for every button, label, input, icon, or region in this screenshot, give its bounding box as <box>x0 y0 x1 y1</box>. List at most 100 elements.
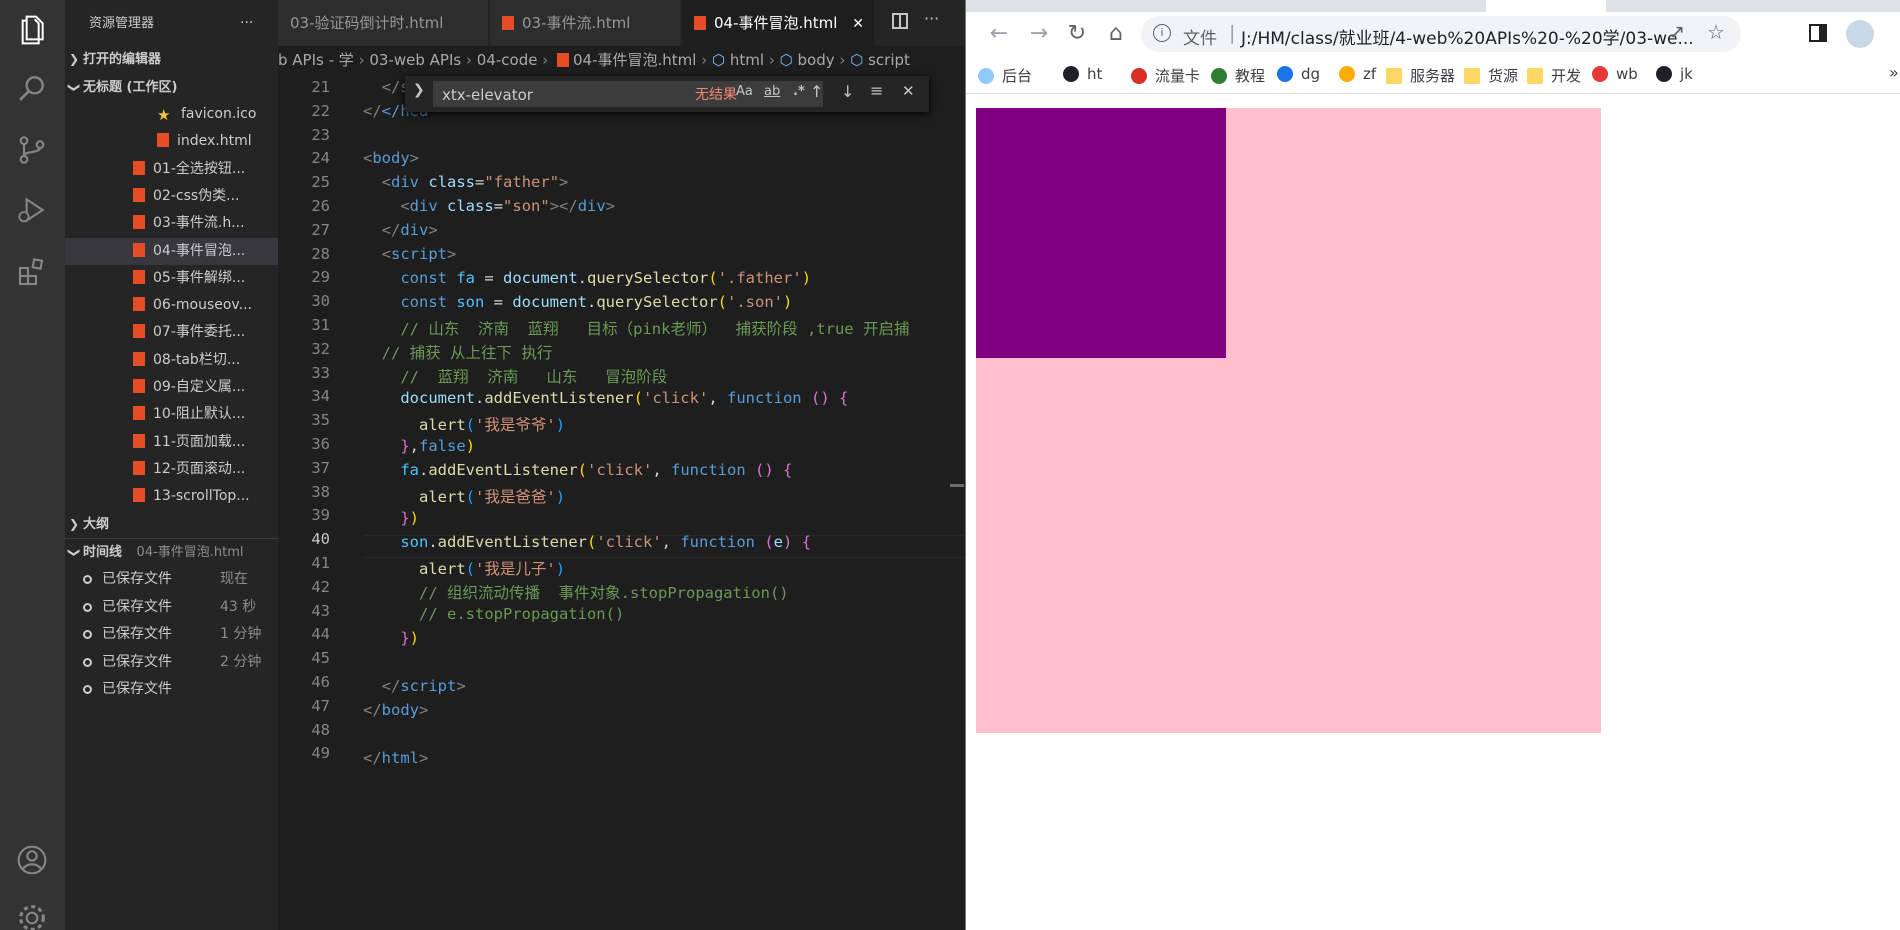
breadcrumb-item[interactable]: body <box>798 51 835 69</box>
circle-icon <box>83 602 92 612</box>
source-control-icon[interactable] <box>14 132 50 168</box>
info-icon[interactable]: i <box>1153 24 1171 42</box>
bookmark-label: wb <box>1616 65 1638 83</box>
code-line-37: fa.addEventListener('click', function ()… <box>400 461 793 479</box>
side-panel-icon[interactable] <box>1809 24 1827 42</box>
bookmark-item[interactable]: 开发 <box>1527 65 1581 86</box>
editor-more-icon[interactable]: ··· <box>924 9 939 28</box>
bookmark-item[interactable]: zf <box>1339 65 1376 83</box>
breadcrumb-item[interactable]: 04-code <box>477 51 538 69</box>
code-line-21: </s <box>381 78 410 96</box>
file-name: 08-tab栏切... <box>153 351 241 368</box>
more-bookmarks-icon[interactable]: » <box>1889 63 1899 82</box>
avatar[interactable] <box>1846 20 1874 48</box>
timeline-label: 已保存文件 <box>102 626 172 642</box>
find-in-selection-icon[interactable]: ≡ <box>870 81 883 100</box>
code-line-49: </html> <box>363 749 429 767</box>
timeline-label: 已保存文件 <box>102 598 172 615</box>
forward-arrow-icon[interactable]: → <box>1026 22 1052 48</box>
line-number: 29 <box>311 268 330 287</box>
use-regex-icon[interactable]: .* <box>793 84 805 99</box>
folder-icon <box>1386 68 1402 84</box>
symbol-icon: ⬡ <box>712 51 726 69</box>
line-number: 47 <box>311 696 330 715</box>
split-editor-icon[interactable] <box>892 13 908 29</box>
code-line-39: }) <box>400 509 420 527</box>
open-editors-section[interactable]: ❯ 打开的编辑器 <box>65 46 278 73</box>
bookmark-item[interactable]: 后台 <box>978 65 1032 86</box>
explorer-icon[interactable] <box>14 12 50 48</box>
bookmark-star-icon[interactable]: ☆ <box>1707 20 1725 44</box>
next-match-icon[interactable]: ↓ <box>841 82 854 101</box>
tab-yanzhengma[interactable]: 03-验证码倒计时.html <box>278 0 488 46</box>
line-number: 49 <box>311 744 330 763</box>
line-number: 21 <box>311 78 330 96</box>
bookmark-label: ht <box>1087 65 1103 83</box>
toggle-replace-icon[interactable]: ❯ <box>413 82 425 98</box>
file-name: 09-自定义属... <box>153 379 246 395</box>
timeline-item[interactable]: 已保存文件 现在 <box>65 566 278 593</box>
close-find-icon[interactable]: ✕ <box>902 82 915 100</box>
match-whole-word-icon[interactable]: ab <box>764 84 780 99</box>
son-box[interactable] <box>976 108 1226 358</box>
search-icon[interactable] <box>14 70 50 106</box>
timeline-item[interactable]: 已保存文件 1 分钟 <box>65 621 278 648</box>
back-arrow-icon[interactable]: ← <box>986 22 1012 48</box>
run-debug-icon[interactable] <box>14 192 50 228</box>
timeline-section[interactable]: ❯ 时间线 04-事件冒泡.html <box>65 538 278 566</box>
tab-shijianmaopao[interactable]: 04-事件冒泡.html ✕ <box>682 0 874 46</box>
timeline-item[interactable]: 已保存文件 <box>65 676 278 703</box>
match-case-icon[interactable]: Aa <box>736 84 753 99</box>
home-icon[interactable]: ⌂ <box>1103 22 1129 48</box>
bookmark-item[interactable]: wb <box>1592 65 1638 83</box>
folder-icon <box>1527 68 1543 84</box>
bookmark-item[interactable]: 教程 <box>1211 65 1265 86</box>
bookmark-item[interactable]: jk <box>1656 65 1693 83</box>
bookmark-label: 开发 <box>1551 67 1582 85</box>
bookmark-item[interactable]: 服务器 <box>1386 65 1455 86</box>
share-icon[interactable]: ↗ <box>1669 21 1685 43</box>
active-browser-tab[interactable] <box>1486 0 1606 12</box>
bookmark-item[interactable]: 货源 <box>1464 65 1518 86</box>
workspace-section[interactable]: ❯ 无标题 (工作区) <box>65 74 278 101</box>
extensions-icon[interactable] <box>14 254 50 290</box>
file-name: 06-mouseov... <box>153 297 252 314</box>
bookmark-item[interactable]: ht <box>1063 65 1102 83</box>
line-number: 24 <box>311 149 330 168</box>
tab-shijianliu[interactable]: 03-事件流.html <box>490 0 680 46</box>
tab-close-icon[interactable]: ✕ <box>852 16 864 32</box>
file-name: 03-事件流.h... <box>153 215 245 232</box>
explorer-sidebar: 资源管理器 ··· ❯ 打开的编辑器 ❯ 无标题 (工作区) ★ favicon.ic… <box>65 0 346 930</box>
breadcrumb-item[interactable]: 04-事件冒泡.html <box>573 51 696 69</box>
folder-icon <box>1464 68 1480 84</box>
outline-section[interactable]: ❯ 大纲 <box>65 511 278 538</box>
line-number: 27 <box>311 220 330 239</box>
html-file-icon <box>133 460 145 475</box>
previous-match-icon[interactable]: ↑ <box>810 82 823 101</box>
timeline-time: 2 分钟 <box>220 653 262 670</box>
code-line-24: <body> <box>363 149 420 167</box>
site-favicon-icon <box>1063 66 1079 82</box>
browser-tab-strip[interactable] <box>966 0 1900 12</box>
html-file-icon <box>133 379 145 393</box>
html-file-icon <box>133 187 145 202</box>
code-editor[interactable]: 21 22 23 24 25 26 27 28 29 30 31 32 33 34 35 36 37 38 39 40… <box>278 74 965 930</box>
account-icon[interactable] <box>14 842 50 878</box>
explorer-more-button[interactable]: ··· <box>240 10 253 37</box>
breadcrumb-item[interactable]: b APIs - 学 <box>278 51 354 69</box>
timeline-item[interactable]: 已保存文件 43 秒 <box>65 594 278 621</box>
address-bar[interactable]: i 文件 | J:/HM/class/就业班/4-web%20APIs%20-%… <box>1141 16 1741 52</box>
bookmark-item[interactable]: dg <box>1277 65 1320 83</box>
breadcrumb-item[interactable]: html <box>730 51 764 69</box>
breadcrumb-item[interactable]: script <box>868 51 910 69</box>
father-box[interactable] <box>976 108 1601 733</box>
timeline-item[interactable]: 已保存文件 2 分钟 <box>65 649 278 676</box>
url-text[interactable]: J:/HM/class/就业班/4-web%20APIs%20-%20学/03-… <box>1241 24 1694 49</box>
reload-icon[interactable]: ↻ <box>1064 22 1090 48</box>
breadcrumb-item[interactable]: 03-web APIs <box>369 51 461 69</box>
site-favicon-icon <box>1131 68 1147 84</box>
settings-gear-icon[interactable] <box>14 900 50 930</box>
file-name: 01-全选按钮... <box>153 160 246 177</box>
timeline-time: 现在 <box>220 571 248 587</box>
bookmark-item[interactable]: 流量卡 <box>1131 65 1200 86</box>
